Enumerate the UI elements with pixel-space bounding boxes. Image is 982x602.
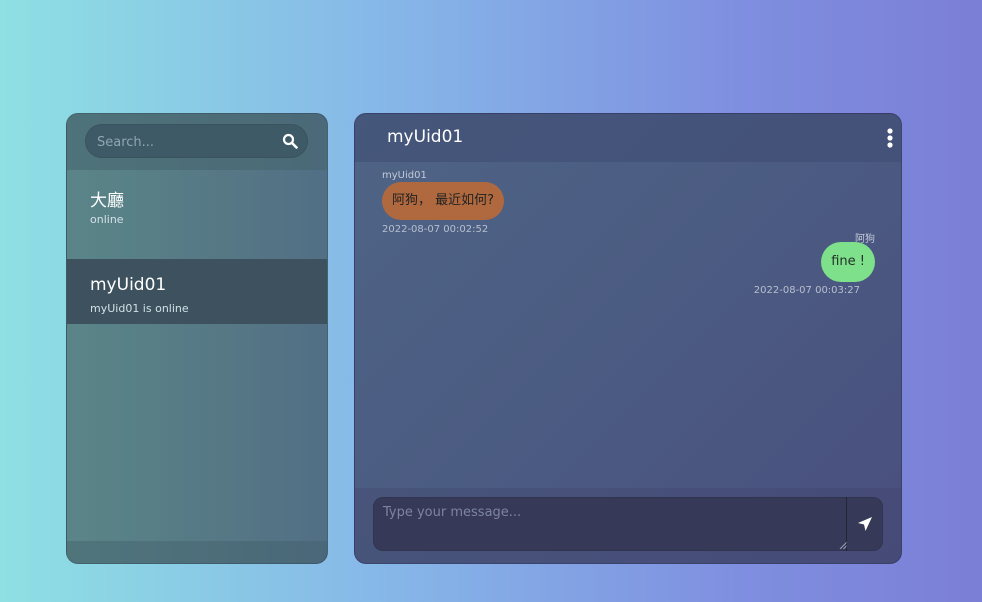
chat-panel: myUid01 myUid01 阿狗， 最近如何? 2022-08-07 00:… [354, 113, 902, 564]
room-name: 大廳 [90, 191, 124, 211]
chat-header: myUid01 [355, 114, 901, 162]
search-box[interactable] [85, 124, 308, 160]
room-name: myUid01 [90, 275, 167, 295]
message-timestamp: 2022-08-07 00:03:27 [753, 285, 860, 296]
chat-title: myUid01 [387, 127, 464, 147]
sidebar-footer [67, 541, 327, 563]
room-sidebar: 大廳 online myUid01 myUid01 is online [66, 113, 328, 564]
composer-box [373, 497, 883, 551]
send-button[interactable] [846, 497, 883, 551]
kebab-icon[interactable] [887, 128, 893, 148]
send-icon [858, 517, 872, 531]
search-icon[interactable] [282, 133, 298, 149]
message-input[interactable] [373, 497, 847, 551]
room-divider [67, 235, 327, 259]
room-list: 大廳 online myUid01 myUid01 is online [67, 170, 327, 324]
outgoing-message-bubble: fine ! [821, 242, 875, 282]
search-input[interactable] [95, 124, 279, 160]
room-status: online [90, 213, 124, 226]
message-sender: myUid01 [382, 170, 427, 181]
message-timestamp: 2022-08-07 00:02:52 [382, 224, 489, 235]
incoming-message-bubble: 阿狗， 最近如何? [382, 182, 505, 220]
room-status: myUid01 is online [90, 302, 189, 315]
room-item-myuid01[interactable]: myUid01 myUid01 is online [67, 259, 327, 324]
search-bar [67, 114, 327, 170]
message-list: myUid01 阿狗， 最近如何? 2022-08-07 00:02:52 阿狗… [355, 162, 901, 488]
message-composer [355, 488, 901, 563]
room-item-lobby[interactable]: 大廳 online [67, 170, 327, 235]
